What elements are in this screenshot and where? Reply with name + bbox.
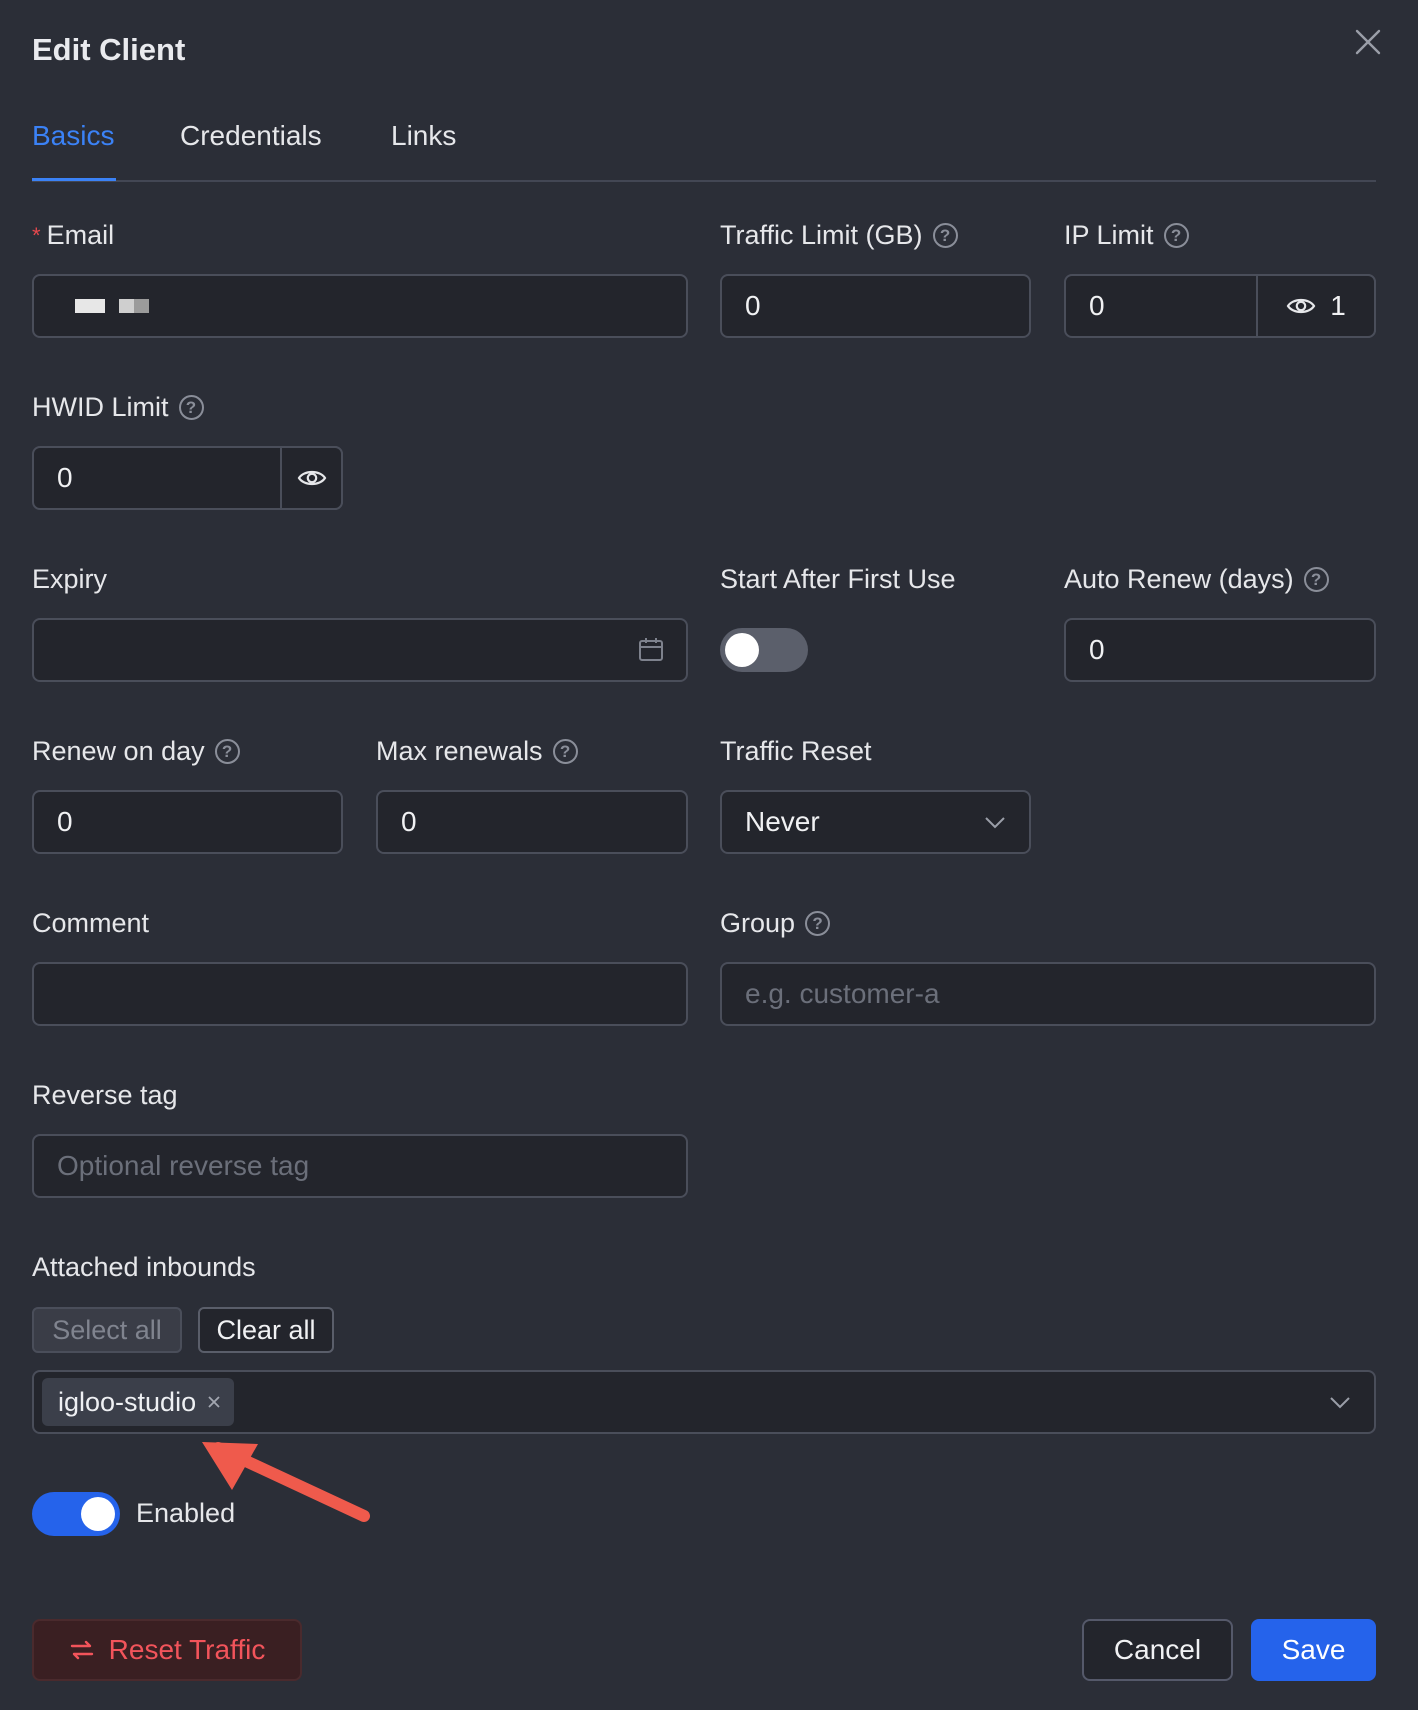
toggle-knob [81, 1497, 115, 1531]
tab-bar: Basics Credentials Links [32, 110, 1376, 182]
ip-limit-input[interactable]: 0 1 [1064, 274, 1376, 338]
edit-client-dialog: Edit Client Basics Credentials Links * E… [0, 0, 1418, 1710]
ip-count: 1 [1330, 290, 1346, 321]
tab-links[interactable]: Links [391, 120, 456, 152]
comment-input[interactable] [32, 962, 688, 1026]
attached-inbounds-label: Attached inbounds [32, 1252, 256, 1283]
enabled-label: Enabled [136, 1498, 235, 1529]
start-after-first-use-label-text: Start After First Use [720, 564, 956, 594]
traffic-reset-select[interactable]: Never [720, 790, 1031, 854]
renew-on-day-value: 0 [57, 806, 73, 837]
chevron-down-icon [985, 817, 1005, 829]
inbounds-multiselect[interactable]: igloo-studio [32, 1370, 1376, 1434]
reset-traffic-button[interactable]: Reset Traffic [32, 1619, 302, 1681]
traffic-limit-input[interactable]: 0 [720, 274, 1031, 338]
hwid-limit-label-text: HWID Limit [32, 392, 169, 422]
help-icon[interactable]: ? [552, 739, 578, 764]
comment-label: Comment [32, 908, 149, 939]
inbound-tag: igloo-studio [42, 1378, 235, 1426]
auto-renew-input[interactable]: 0 [1064, 618, 1376, 682]
enabled-toggle[interactable] [32, 1492, 120, 1536]
save-button[interactable]: Save [1251, 1619, 1376, 1681]
max-renewals-label-text: Max renewals [376, 736, 543, 766]
hwid-limit-input[interactable]: 0 [32, 446, 343, 510]
attached-inbounds-label-text: Attached inbounds [32, 1252, 256, 1282]
traffic-limit-label: Traffic Limit (GB) ? [720, 220, 958, 251]
hwid-limit-label: HWID Limit ? [32, 392, 204, 423]
email-label-text: Email [46, 220, 115, 250]
eye-icon [297, 470, 326, 486]
inbound-tag-label: igloo-studio [58, 1386, 197, 1417]
eye-icon [1286, 298, 1316, 314]
cancel-button[interactable]: Cancel [1082, 1619, 1233, 1681]
email-redacted-value [75, 299, 149, 313]
help-icon[interactable]: ? [1163, 223, 1189, 248]
expiry-label: Expiry [32, 564, 107, 595]
max-renewals-value: 0 [401, 806, 417, 837]
reverse-tag-label-text: Reverse tag [32, 1080, 178, 1110]
dialog-title: Edit Client [32, 32, 186, 67]
hwid-limit-value: 0 [57, 462, 73, 493]
traffic-reset-label-text: Traffic Reset [720, 736, 872, 766]
ip-limit-value: 0 [1089, 290, 1105, 321]
email-label: * Email [32, 220, 114, 251]
auto-renew-value: 0 [1089, 634, 1105, 665]
close-icon[interactable] [1352, 26, 1384, 58]
ip-limit-viewer-button[interactable]: 1 [1256, 274, 1376, 338]
help-icon[interactable]: ? [1303, 567, 1329, 592]
group-input[interactable]: e.g. customer-a [720, 962, 1376, 1026]
renew-on-day-label-text: Renew on day [32, 736, 205, 766]
traffic-reset-label: Traffic Reset [720, 736, 872, 767]
tab-credentials[interactable]: Credentials [180, 120, 322, 152]
reverse-tag-input[interactable]: Optional reverse tag [32, 1134, 688, 1198]
clear-all-button[interactable]: Clear all [198, 1307, 334, 1353]
help-icon[interactable]: ? [932, 223, 958, 248]
tab-basics[interactable]: Basics [32, 120, 114, 152]
active-tab-indicator [32, 178, 116, 181]
auto-renew-label-text: Auto Renew (days) [1064, 564, 1294, 594]
email-field[interactable] [32, 274, 688, 338]
ip-limit-label-text: IP Limit [1064, 220, 1154, 250]
max-renewals-label: Max renewals ? [376, 736, 578, 767]
reset-icon [70, 1640, 93, 1660]
expiry-date-picker[interactable] [32, 618, 688, 682]
reverse-tag-placeholder: Optional reverse tag [57, 1150, 310, 1181]
help-icon[interactable]: ? [214, 739, 240, 764]
group-placeholder: e.g. customer-a [745, 978, 940, 1009]
enabled-label-text: Enabled [136, 1498, 236, 1528]
tag-remove-icon[interactable] [206, 1394, 222, 1410]
start-after-first-use-toggle[interactable] [720, 628, 808, 672]
toggle-knob [725, 633, 759, 667]
max-renewals-input[interactable]: 0 [376, 790, 688, 854]
help-icon[interactable]: ? [178, 395, 204, 420]
expiry-label-text: Expiry [32, 564, 108, 594]
reverse-tag-label: Reverse tag [32, 1080, 178, 1111]
traffic-limit-value: 0 [745, 290, 761, 321]
group-label-text: Group [720, 908, 796, 938]
ip-limit-label: IP Limit ? [1064, 220, 1189, 251]
comment-label-text: Comment [32, 908, 150, 938]
hwid-viewer-button[interactable] [280, 446, 343, 510]
group-label: Group ? [720, 908, 831, 939]
renew-on-day-label: Renew on day ? [32, 736, 240, 767]
renew-on-day-input[interactable]: 0 [32, 790, 343, 854]
help-icon[interactable]: ? [805, 911, 831, 936]
start-after-first-use-label: Start After First Use [720, 564, 956, 595]
auto-renew-label: Auto Renew (days) ? [1064, 564, 1329, 595]
calendar-icon [639, 638, 663, 661]
traffic-limit-label-text: Traffic Limit (GB) [720, 220, 923, 250]
required-mark: * [32, 222, 41, 248]
traffic-reset-value: Never [745, 806, 820, 837]
select-all-button[interactable]: Select all [32, 1307, 182, 1353]
chevron-down-icon [1330, 1397, 1350, 1409]
reset-traffic-label: Reset Traffic [108, 1634, 266, 1665]
